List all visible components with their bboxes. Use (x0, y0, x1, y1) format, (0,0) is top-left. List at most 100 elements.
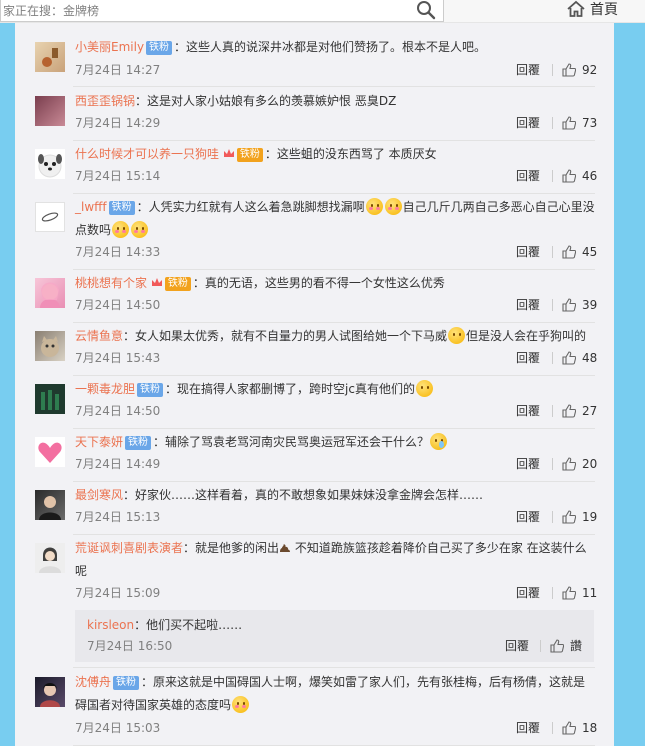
avatar[interactable] (35, 437, 65, 467)
avatar[interactable] (35, 543, 65, 573)
username[interactable]: 桃桃想有个家 (75, 276, 147, 290)
blush-emoji-icon (365, 198, 383, 215)
comment-meta: 7月24日 15:14 回覆 46 (75, 167, 597, 185)
fan-badge[interactable]: 铁粉 (164, 277, 191, 291)
divider (73, 193, 595, 194)
timestamp: 7月24日 14:27 (75, 63, 161, 77)
comment-content: ：这是对人家小姑娘有多么的羡慕嫉妒恨 恶臭DZ (135, 94, 397, 108)
avatar[interactable] (35, 677, 65, 707)
divider (73, 375, 595, 376)
reply-button[interactable]: 回覆 (516, 402, 540, 420)
home-link[interactable]: 首頁 (566, 0, 618, 18)
username[interactable]: 什么时候才可以养一只狗哇 (75, 147, 219, 161)
like-button[interactable]: 48 (562, 349, 597, 367)
divider (73, 269, 595, 270)
divider (552, 299, 553, 311)
crying-emoji-icon (415, 380, 433, 397)
like-button[interactable]: 讚 (550, 637, 582, 655)
reply-button[interactable]: 回覆 (516, 508, 540, 526)
like-count: 45 (582, 245, 598, 259)
thumbs-up-icon (562, 586, 576, 600)
reply-button[interactable]: 回覆 (516, 455, 540, 473)
reply-button[interactable]: 回覆 (505, 637, 529, 655)
avatar[interactable] (35, 202, 65, 232)
sub-reply: kirsleon：他们买不起啦…… 7月24日 16:50 回覆 讚 (75, 610, 594, 662)
comment-content: ：真的无语，这些男的看不得一个女性这么优秀 (192, 276, 445, 290)
timestamp: 7月24日 14:50 (75, 298, 161, 312)
reply-button[interactable]: 回覆 (516, 167, 540, 185)
like-button[interactable]: 18 (562, 719, 597, 737)
divider (552, 405, 553, 417)
like-button[interactable]: 20 (562, 455, 597, 473)
timestamp: 7月24日 14:50 (75, 404, 161, 418)
comment-text: 云情鱼意：女人如果太优秀，就有不自量力的男人试图给她一个下马威 但是没人会在乎狗叫… (75, 325, 595, 348)
thumbs-up-icon (562, 298, 576, 312)
username[interactable]: 一颗毒龙胆 (75, 382, 135, 396)
like-button[interactable]: 92 (562, 61, 597, 79)
search-input[interactable] (1, 0, 405, 20)
username[interactable]: _lwfff (75, 200, 107, 214)
username[interactable]: kirsleon (87, 618, 134, 632)
comment-content: ：原来这就是中国碍国人士啊，爆笑如雷了家人们，先有张桂梅，后有杨倩，这就是碍国者… (75, 675, 586, 712)
fan-badge[interactable]: 铁粉 (108, 201, 135, 215)
avatar[interactable] (35, 42, 65, 72)
fan-badge[interactable]: 铁粉 (137, 383, 164, 397)
heart-avatar-image (38, 442, 62, 463)
avatar[interactable] (35, 384, 65, 414)
avatar-image (40, 683, 60, 707)
timestamp: 7月24日 14:29 (75, 116, 161, 130)
thumbs-up-icon (562, 351, 576, 365)
comment-meta: 7月24日 14:27 回覆 92 (75, 61, 597, 79)
comment-meta: 7月24日 15:03 回覆 18 (75, 719, 597, 737)
fan-badge[interactable]: 铁粉 (236, 148, 263, 162)
divider (552, 458, 553, 470)
avatar[interactable] (35, 96, 65, 126)
avatar[interactable] (35, 149, 65, 179)
timestamp: 7月24日 15:09 (75, 586, 161, 600)
like-button[interactable]: 27 (562, 402, 597, 420)
fan-badge[interactable]: 铁粉 (146, 41, 173, 55)
divider (540, 640, 541, 652)
username[interactable]: 小美丽Emily (75, 40, 144, 54)
reply-button[interactable]: 回覆 (516, 584, 540, 602)
divider (73, 140, 595, 141)
reply-button[interactable]: 回覆 (516, 61, 540, 79)
divider (73, 428, 595, 429)
thumbs-up-icon (562, 116, 576, 130)
username[interactable]: 荒诞讽刺喜剧表演者 (75, 541, 183, 555)
like-button[interactable]: 46 (562, 167, 597, 185)
reply-button[interactable]: 回覆 (516, 719, 540, 737)
crown-icon (151, 278, 162, 286)
fan-badge[interactable]: 铁粉 (113, 676, 140, 690)
comment-text: 一颗毒龙胆 铁粉 ：现在搞得人家都删博了，跨时空jc真有他们的 (75, 378, 595, 401)
username[interactable]: 云情鱼意 (75, 329, 123, 343)
timestamp: 7月24日 14:49 (75, 457, 161, 471)
like-button[interactable]: 19 (562, 508, 597, 526)
fan-badge[interactable]: 铁粉 (125, 436, 152, 450)
reply-button[interactable]: 回覆 (516, 349, 540, 367)
like-count: 27 (582, 404, 598, 418)
like-button[interactable]: 11 (562, 584, 597, 602)
reply-button[interactable]: 回覆 (516, 114, 540, 132)
username[interactable]: 天下泰妍 (75, 435, 123, 449)
username[interactable]: 西歪歪锅锅 (75, 94, 135, 108)
comments-panel: 小美丽Emily 铁粉 ：这些人真的说深井冰都是对他们赞扬了。根本不是人吧。 7月2… (15, 23, 614, 746)
username[interactable]: 沈傅舟 (75, 675, 111, 689)
like-button[interactable]: 45 (562, 243, 597, 261)
divider (73, 534, 595, 535)
like-button[interactable]: 73 (562, 114, 597, 132)
avatar[interactable] (35, 331, 65, 361)
like-button[interactable]: 39 (562, 296, 597, 314)
avatar-image (42, 48, 58, 67)
search-icon[interactable] (415, 0, 437, 20)
divider (73, 86, 595, 87)
like-count: 46 (582, 169, 598, 183)
reply-button[interactable]: 回覆 (516, 243, 540, 261)
reply-button[interactable]: 回覆 (516, 296, 540, 314)
username[interactable]: 最剑寒风 (75, 488, 123, 502)
comment-meta: 7月24日 14:50 回覆 39 (75, 296, 597, 314)
avatar[interactable] (35, 490, 65, 520)
divider (73, 481, 595, 482)
search-box[interactable] (0, 0, 444, 22)
avatar[interactable] (35, 278, 65, 308)
